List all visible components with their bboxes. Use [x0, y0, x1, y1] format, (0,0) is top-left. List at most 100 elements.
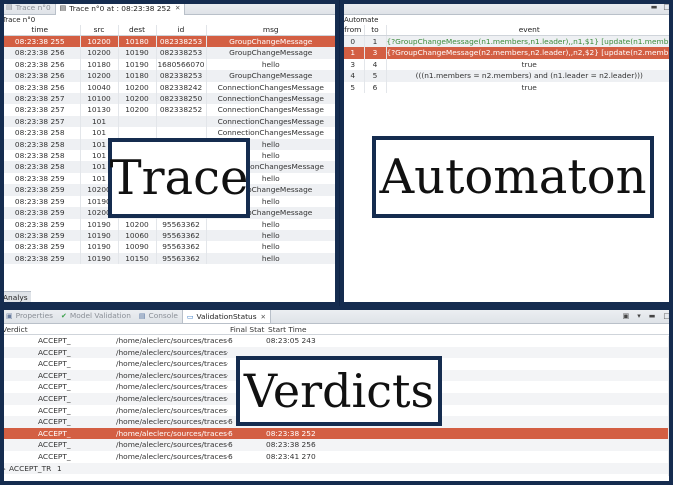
automaton-cell-event: true — [386, 58, 673, 71]
trace-cell-src: 101 — [80, 127, 119, 139]
verdict-cell-path: /home/aleclerc/sources/traces-14-07-07/: — [116, 451, 228, 461]
automaton-cell-from: 1 — [342, 47, 365, 59]
verdicts-header: Verdict Final Stat Start Time — [0, 324, 673, 335]
scrollbar[interactable] — [668, 336, 673, 476]
trace-cell-time: 08:23:38 256 — [0, 58, 81, 71]
trace-cell-msg: ConnectionChangesMessage — [206, 81, 336, 94]
automaton-table: from to event 0 1 {?GroupChangeMessage(n1.me… — [342, 25, 673, 94]
trace-cell-id: 95563362 — [156, 252, 207, 265]
trace-row[interactable]: 08:23:38 258 101 ConnectionChangesMessage — [0, 127, 336, 139]
automaton-cell-event: {?GroupChangeMessage(n2.members,n2.leade… — [386, 47, 673, 59]
verdict-cell-path: /home/aleclerc/sources/traces-14-07-07/: — [116, 359, 228, 369]
trace-cell-msg: hello — [206, 218, 336, 230]
verdict-cell-start — [276, 463, 366, 475]
trace-cell-dest: 10200 — [118, 104, 157, 116]
trace-cell-msg: hello — [206, 241, 336, 253]
trace-row[interactable]: 08:23:38 257 101 ConnectionChangesMessage — [0, 115, 336, 128]
expand-icon[interactable]: ▸ — [0, 463, 9, 475]
trace-cell-dest: 10190 — [118, 47, 157, 59]
maximize-icon[interactable]: □ — [663, 312, 670, 320]
verdict-cell-verdict: ACCEPT_ — [38, 359, 71, 369]
tab-properties[interactable]: ▣ Properties — [2, 309, 57, 322]
trace-row[interactable]: 08:23:38 259 10190 10090 95563362 hello — [0, 241, 336, 253]
trace-column-header[interactable]: src — [80, 25, 119, 36]
trace-cell-time: 08:23:38 259 — [0, 172, 81, 185]
verdict-column-header[interactable]: Verdict — [2, 324, 230, 334]
minimize-icon[interactable]: ▬ — [651, 3, 658, 11]
automaton-row[interactable]: 1 3 {?GroupChangeMessage(n2.members,n2.lea… — [342, 47, 673, 59]
automaton-row[interactable]: 3 4 true — [342, 58, 673, 71]
trace-row[interactable]: 08:23:38 256 10200 10180 082338253 GroupChan… — [0, 70, 336, 82]
trace-cell-msg: GroupChangeMessage — [206, 70, 336, 82]
trace-column-header[interactable]: id — [156, 25, 207, 36]
trace-cell-src: 10100 — [80, 93, 119, 105]
verdict-row[interactable]: ACCEPT_ /home/aleclerc/sources/traces-14-… — [0, 451, 673, 463]
trace-row[interactable]: 08:23:38 256 10180 10190 1680566070 hello — [0, 58, 336, 71]
trace-cell-dest: 10200 — [118, 81, 157, 94]
automaton-tabbar: ▬ □ — [342, 0, 673, 15]
trace-icon: ▤ — [59, 4, 67, 12]
automaton-row[interactable]: 5 6 true — [342, 81, 673, 94]
check-icon: ✔ — [60, 311, 67, 320]
verdict-row[interactable]: ACCEPT_ /home/aleclerc/sources/traces-14-… — [0, 335, 673, 347]
trace-row[interactable]: 08:23:38 257 10130 10200 082338252 Connectio… — [0, 104, 336, 116]
tab-trace-0-at[interactable]: ▤ Trace n°0 at : 08:23:38 252 ✕ — [54, 0, 186, 15]
automaton-row[interactable]: 0 1 {?GroupChangeMessage(n1.members,n1.lea… — [342, 35, 673, 48]
trace-row[interactable]: 08:23:38 255 10200 10180 082338253 GroupChan… — [0, 35, 336, 48]
trace-row[interactable]: 08:23:38 256 10200 10190 082338253 GroupChan… — [0, 47, 336, 59]
trace-cell-msg: ConnectionChangesMessage — [206, 127, 336, 139]
trace-cell-id: 1680566070 — [156, 58, 207, 71]
trace-cell-dest — [118, 127, 157, 139]
trace-cell-time: 08:23:38 257 — [0, 115, 81, 128]
trace-cell-dest: 10180 — [118, 35, 157, 48]
trace-row[interactable]: 08:23:38 259 10190 10150 95563362 hello — [0, 252, 336, 265]
tab-model-validation[interactable]: ✔ Model Validation — [57, 309, 135, 322]
automaton-row[interactable]: 4 5 (((n1.members = n2.members) and (n1.le… — [342, 70, 673, 82]
tab-console[interactable]: ▤ Console — [135, 309, 182, 322]
trace-cell-dest — [118, 115, 157, 128]
chevron-down-icon[interactable]: ▾ — [637, 312, 641, 320]
verdict-cell-verdict: ACCEPT_ — [38, 428, 71, 438]
trace-row[interactable]: 08:23:38 256 10040 10200 082338242 Connectio… — [0, 81, 336, 94]
close-icon[interactable]: ✕ — [175, 4, 180, 12]
trace-column-header[interactable]: dest — [118, 25, 157, 36]
verdict-row[interactable]: ▸ ACCEPT_TR 1 — [0, 462, 673, 475]
minimize-icon[interactable]: ▬ — [649, 312, 656, 320]
automaton-column-header[interactable]: event — [386, 25, 673, 36]
trace-column-header[interactable]: msg — [206, 25, 336, 36]
trace-cell-msg: hello — [206, 58, 336, 71]
trace-row[interactable]: 08:23:38 259 10190 10200 95563362 hello — [0, 218, 336, 230]
trace-row[interactable]: 08:23:38 259 10190 10060 95563362 hello — [0, 229, 336, 242]
close-icon[interactable]: ✕ — [261, 313, 266, 321]
maximize-icon[interactable]: □ — [663, 3, 670, 11]
trace-row[interactable]: 08:23:38 257 10100 10200 082338250 Connectio… — [0, 93, 336, 105]
automaton-column-header[interactable]: to — [364, 25, 387, 36]
verdict-cell-verdict: ACCEPT_TR — [9, 463, 52, 473]
tab-properties-label: Properties — [15, 311, 53, 320]
automaton-column-header[interactable]: from — [342, 25, 365, 36]
automaton-cell-to: 3 — [364, 47, 387, 59]
verdict-cell-verdict: ACCEPT_ — [38, 370, 71, 380]
trace-cell-msg: ConnectionChangesMessage — [206, 104, 336, 116]
automaton-cell-event: true — [386, 81, 673, 94]
trace-cell-time: 08:23:38 256 — [0, 70, 81, 82]
trace-cell-id — [156, 127, 207, 139]
verdict-row[interactable]: ACCEPT_ /home/aleclerc/sources/traces-14-… — [0, 439, 673, 451]
trace-cell-dest: 10180 — [118, 70, 157, 82]
tab-validation-status[interactable]: ▭ ValidationStatus ✕ — [181, 309, 271, 323]
automaton-cell-event: (((n1.members = n2.members) and (n1.lead… — [386, 70, 673, 82]
trace-cell-id: 082338252 — [156, 104, 207, 116]
verdict-cell-final — [238, 463, 276, 475]
trace-column-header[interactable]: time — [0, 25, 81, 36]
verdict-row[interactable]: ACCEPT_ /home/aleclerc/sources/traces-14-… — [0, 427, 673, 440]
start-time-column-header[interactable]: Start Time — [268, 324, 307, 334]
view-menu-icon[interactable]: ▣ — [623, 312, 630, 320]
final-stat-column-header[interactable]: Final Stat — [230, 324, 268, 334]
trace-cell-src: 10180 — [80, 58, 119, 71]
trace-cell-src: 101 — [80, 115, 119, 128]
tab-console-label: Console — [148, 311, 178, 320]
trace-cell-dest: 10190 — [118, 58, 157, 71]
console-icon: ▤ — [138, 311, 146, 320]
tab-trace-0[interactable]: ▤ Trace n°0 — [2, 1, 55, 14]
analysis-tab[interactable]: Analys — [0, 291, 31, 303]
